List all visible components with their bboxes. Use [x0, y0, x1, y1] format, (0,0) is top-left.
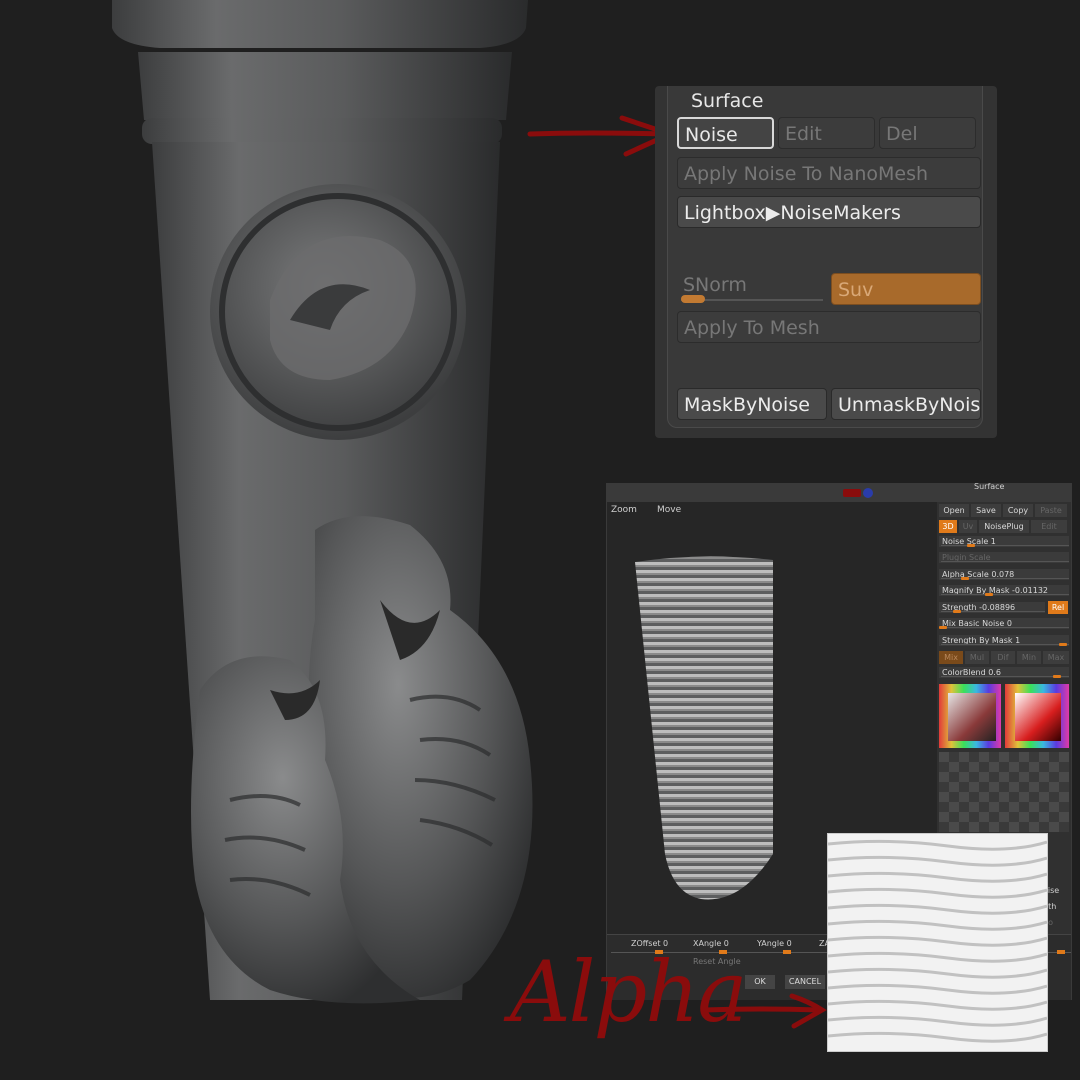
mix-basic-noise-slider[interactable]: Mix Basic Noise 0 — [939, 618, 1069, 629]
move-tool[interactable]: Move — [657, 505, 681, 515]
yangle-knob[interactable] — [783, 950, 791, 954]
tab-edit[interactable]: Edit — [1031, 520, 1067, 533]
surface-panel: Surface Noise Edit Del Apply Noise To Na… — [655, 86, 997, 438]
suv-button[interactable]: Suv — [831, 273, 981, 305]
blue-dot-icon — [863, 488, 873, 498]
noise-scale-slider[interactable]: Noise Scale 1 — [939, 536, 1069, 547]
rel-toggle[interactable]: Rel — [1048, 601, 1068, 614]
surface-panel-title: Surface — [691, 90, 764, 112]
window-top-bar: Surface — [607, 482, 1071, 502]
alpha-stripes — [828, 839, 1047, 1043]
colorblend-slider[interactable]: ColorBlend 0.6 — [939, 667, 1069, 678]
del-button[interactable]: Del — [879, 117, 976, 149]
blend-dif-button[interactable]: Dif — [991, 651, 1015, 664]
mask-by-noise-button[interactable]: MaskByNoise — [677, 388, 827, 420]
snorm-slider-label: SNorm — [683, 274, 747, 296]
blend-mix-button[interactable]: Mix — [939, 651, 963, 664]
color-picker-right[interactable] — [1005, 684, 1069, 748]
copy-button[interactable]: Copy — [1003, 504, 1033, 517]
color-square-left[interactable] — [948, 693, 996, 741]
snorm-slider-knob[interactable] — [681, 295, 705, 303]
noise-button[interactable]: Noise — [677, 117, 774, 149]
magnify-by-mask-slider[interactable]: Magnify By Mask -0.01132 — [939, 585, 1069, 596]
open-button[interactable]: Open — [939, 504, 969, 517]
plugin-scale-slider[interactable]: Plugin Scale — [939, 552, 1069, 563]
tab-3d[interactable]: 3D — [939, 520, 957, 533]
tab-uv[interactable]: Uv — [959, 520, 977, 533]
preview-mesh — [635, 556, 773, 900]
unmask-by-noise-button[interactable]: UnmaskByNoise — [831, 388, 981, 420]
zoom-tool[interactable]: Zoom — [611, 505, 637, 515]
alpha-preview-checker — [939, 752, 1069, 832]
sculpt-render — [112, 0, 533, 1004]
strength-by-mask-slider[interactable]: Strength By Mask 1 — [939, 635, 1069, 646]
alpha-scale-slider[interactable]: Alpha Scale 0.078 — [939, 569, 1069, 580]
strength-slider[interactable]: Strength -0.08896 — [939, 602, 1045, 613]
ok-button[interactable]: OK — [745, 975, 775, 989]
lightbox-noisemakers-button[interactable]: Lightbox▶NoiseMakers — [677, 196, 981, 228]
red-arrow-to-alpha — [701, 993, 827, 1029]
cancel-button[interactable]: CANCEL — [785, 975, 825, 989]
apply-to-mesh-button[interactable]: Apply To Mesh — [677, 311, 981, 343]
blend-min-button[interactable]: Min — [1017, 651, 1041, 664]
color-square-right[interactable] — [1015, 693, 1061, 741]
edit-button[interactable]: Edit — [778, 117, 875, 149]
alpha-texture — [827, 833, 1048, 1052]
tab-noiseplug[interactable]: NoisePlug — [979, 520, 1029, 533]
yangle-slider[interactable]: YAngle 0 — [757, 939, 792, 948]
paste-button[interactable]: Paste — [1035, 504, 1067, 517]
surface-header-title: Surface — [974, 482, 1005, 491]
save-button[interactable]: Save — [971, 504, 1001, 517]
apply-noise-to-nanomesh-button[interactable]: Apply Noise To NanoMesh — [677, 157, 981, 189]
red-marker-icon — [843, 489, 861, 497]
blend-mul-button[interactable]: Mul — [965, 651, 989, 664]
zangle-knob[interactable] — [1057, 950, 1065, 954]
red-arrow-to-noise — [527, 115, 676, 157]
color-picker-left[interactable] — [939, 684, 1001, 748]
blend-max-button[interactable]: Max — [1043, 651, 1069, 664]
